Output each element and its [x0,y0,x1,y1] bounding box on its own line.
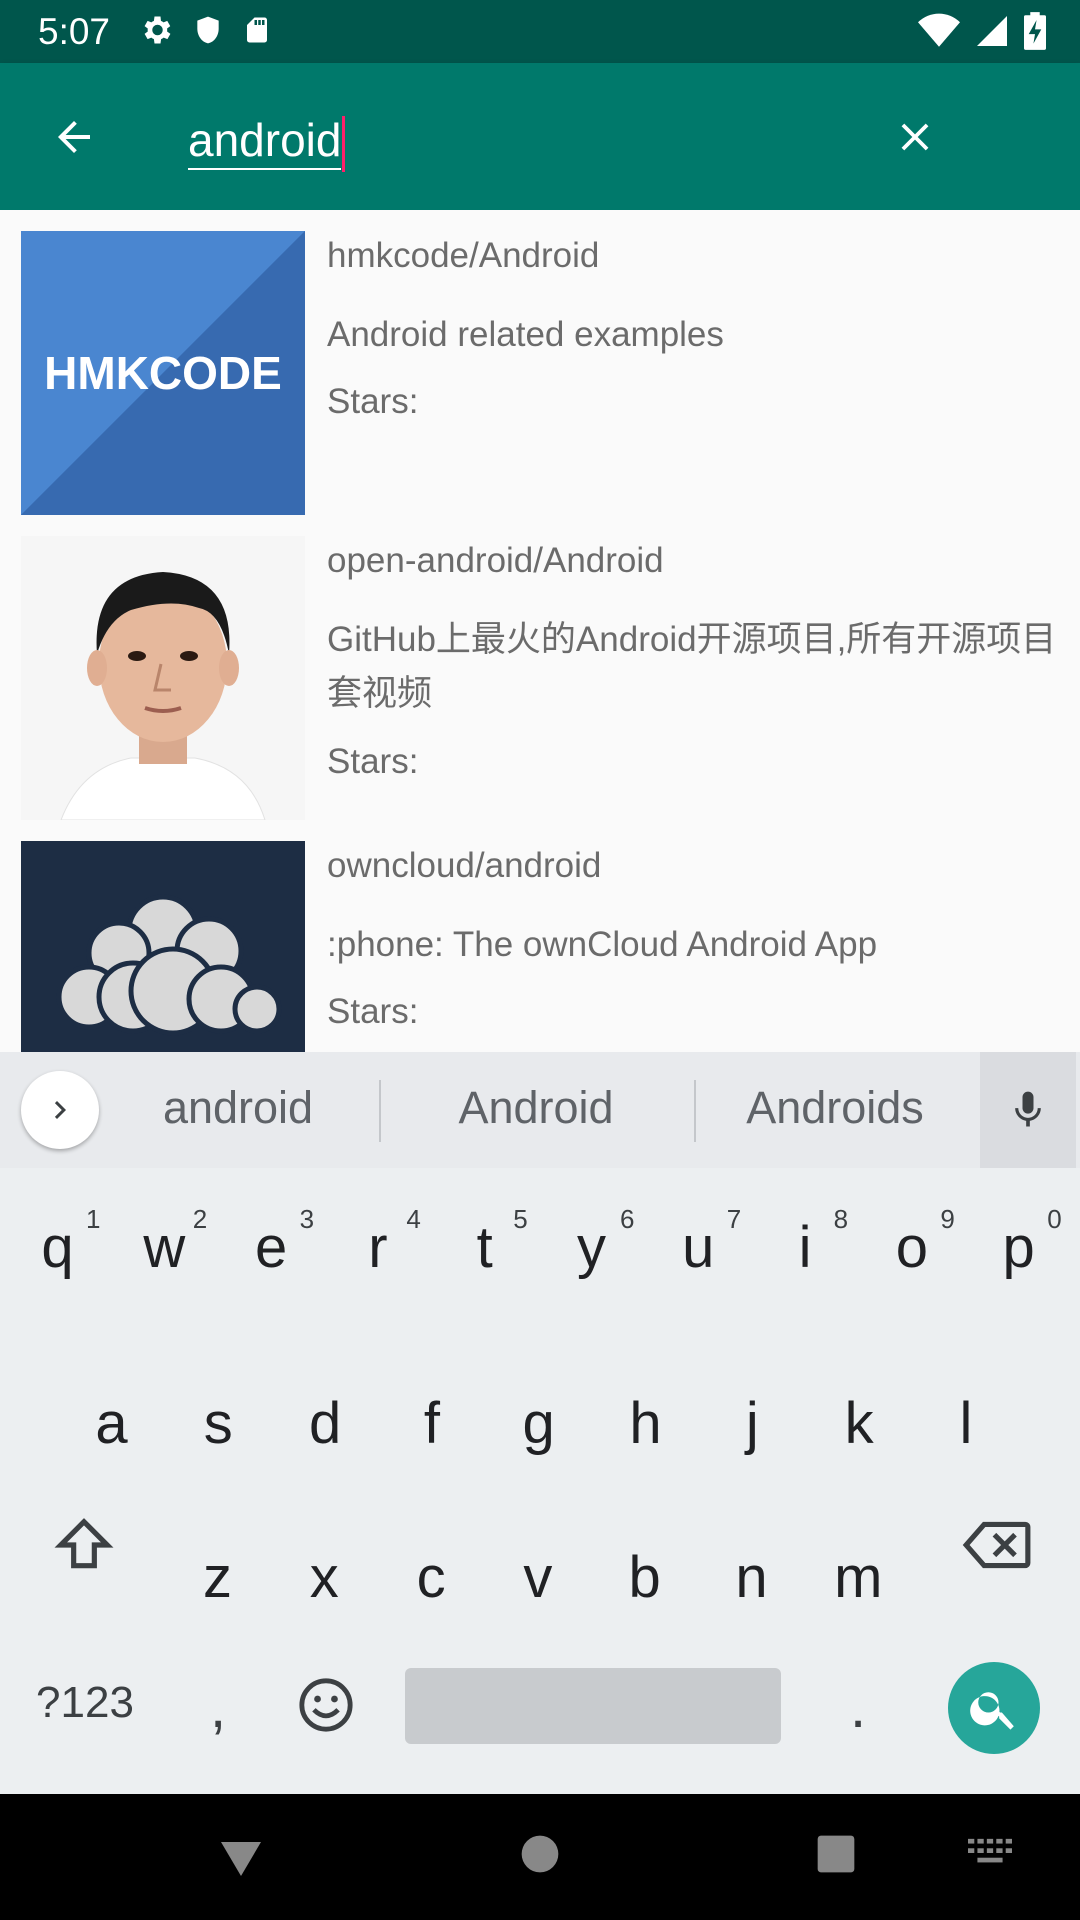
repo-title: open-android/Android [327,541,664,580]
repo-stars: Stars: [327,992,419,1031]
avatar-logo-text: HMKCODE [44,347,282,399]
repo-description: Android related examples [327,315,724,354]
period-key[interactable]: . [808,1674,908,1741]
repo-title: owncloud/android [327,846,602,885]
voice-input-button[interactable] [980,1052,1076,1168]
settings-icon [144,16,171,44]
arrow-back-icon [58,121,90,153]
shield-icon [197,16,219,44]
backspace-icon [962,1521,1030,1569]
emoji-icon [298,1678,353,1732]
back-button[interactable] [44,107,104,167]
key-hint: 1 [86,1204,101,1234]
key-h[interactable]: h [592,1390,699,1457]
search-input-value: android [188,114,342,170]
suggestion-item[interactable]: Android [416,1082,656,1134]
soft-keyboard: android Android Androids q1w2e3r4t5y6u7i… [0,1052,1080,1794]
back-nav-button[interactable] [216,1834,266,1887]
key-hint: 4 [406,1204,421,1234]
app-bar: android [0,63,1080,210]
results-list[interactable]: HMKCODE hmkcode/Android Android related … [0,210,1080,1052]
text-cursor [342,115,346,172]
key-hint: 3 [299,1204,315,1234]
shift-icon [54,1518,113,1569]
repo-stars: Stars: [327,742,419,781]
emoji-key[interactable] [272,1676,379,1748]
keyboard-switch-button[interactable] [968,1838,1012,1873]
status-bar: 5:07 [0,0,1080,63]
circle-home-icon [521,1835,559,1873]
symbols-key[interactable]: ?123 [20,1678,150,1728]
home-nav-button[interactable] [520,1834,560,1879]
navigation-bar [0,1794,1080,1920]
key-hint: 6 [620,1204,635,1234]
key-n[interactable]: n [698,1544,805,1611]
repo-description: :phone: The ownCloud Android App [327,925,878,964]
repo-title: hmkcode/Android [327,236,600,275]
recents-nav-button[interactable] [816,1834,856,1879]
key-hint: 2 [192,1204,208,1234]
key-b[interactable]: b [591,1544,698,1611]
repo-description-line-2: 套视频 [327,674,433,713]
mic-icon [1015,1091,1041,1127]
square-recents-icon [817,1835,855,1873]
repo-description-line-1: GitHub上最火的Android开源项目,所有开源项目 [327,620,1057,659]
repo-stars: Stars: [327,382,419,421]
key-hint: 9 [940,1204,955,1234]
shift-key[interactable] [30,1514,137,1590]
suggestion-item[interactable]: Androids [715,1082,955,1134]
key-g[interactable]: g [485,1390,592,1457]
comma-key[interactable]: , [168,1674,268,1741]
suggestion-bar: android Android Androids [0,1052,1080,1168]
keyboard-search-button[interactable] [948,1662,1040,1754]
key-c[interactable]: c [378,1544,485,1611]
backspace-key[interactable] [943,1514,1050,1590]
key-hint: 8 [833,1204,849,1234]
key-a[interactable]: a [58,1390,165,1457]
key-x[interactable]: x [271,1544,378,1611]
key-d[interactable]: d [272,1390,379,1457]
triangle-back-icon [221,1842,261,1876]
key-f[interactable]: f [378,1390,485,1457]
key-m[interactable]: m [805,1544,912,1611]
battery-icon [1024,12,1046,50]
wifi-icon [918,13,960,47]
search-input[interactable]: android [188,105,848,175]
key-j[interactable]: j [699,1390,806,1457]
signal-icon [977,16,1007,46]
avatar [21,536,305,820]
key-hint: 0 [1047,1204,1062,1234]
chevron-right-icon [54,1101,66,1119]
key-l[interactable]: l [912,1390,1019,1457]
suggestion-item[interactable]: android [118,1082,358,1134]
list-item[interactable]: open-android/Android GitHub上最火的Android开源… [0,515,1080,820]
avatar [21,841,305,1052]
key-hint: 5 [513,1204,528,1234]
repo-description: GitHub上最火的Android开源项目,所有开源项目 套视频 [327,613,1080,721]
close-icon [901,123,929,151]
avatar: HMKCODE [21,231,305,515]
key-s[interactable]: s [165,1390,272,1457]
search-icon [970,1692,1014,1730]
key-v[interactable]: v [484,1544,591,1611]
space-key[interactable] [405,1668,781,1744]
status-time: 5:07 [38,11,111,52]
key-z[interactable]: z [164,1544,271,1611]
keyboard-icon [968,1838,1012,1863]
expand-suggestions-button[interactable] [21,1071,99,1149]
sd-card-icon [247,17,267,43]
key-k[interactable]: k [806,1390,913,1457]
list-item[interactable]: HMKCODE hmkcode/Android Android related … [0,210,1080,515]
key-hint: 7 [726,1204,742,1234]
clear-search-button[interactable] [885,107,945,167]
list-item[interactable]: owncloud/android :phone: The ownCloud An… [0,820,1080,1052]
